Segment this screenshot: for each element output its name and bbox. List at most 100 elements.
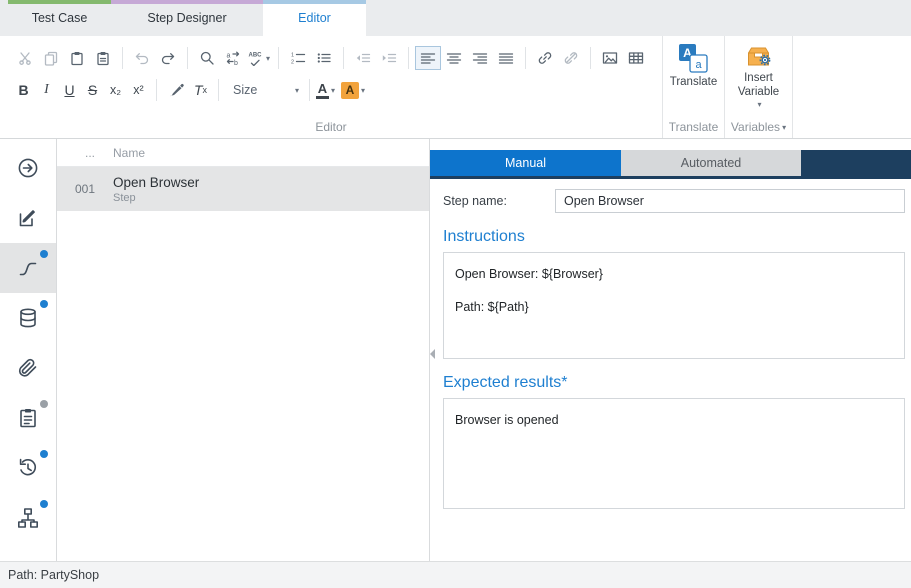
step-meta: Open Browser Step: [105, 175, 199, 204]
cut-button[interactable]: [12, 46, 38, 70]
sidebar-item-steps[interactable]: [0, 243, 56, 293]
expected-results-line: Browser is opened: [455, 413, 893, 427]
decrease-indent-button[interactable]: [350, 46, 376, 70]
tab-accent-purple: [111, 0, 263, 4]
status-path-text: Path: PartyShop: [8, 568, 99, 582]
tab-accent-green: [8, 0, 111, 4]
sidebar-item-data[interactable]: [0, 293, 56, 343]
ribbon-translate-group-label: Translate: [663, 116, 724, 138]
ribbon: ab ABC▾ 12 B: [0, 36, 911, 139]
search-button[interactable]: [194, 46, 220, 70]
chevron-down-icon: ▾: [295, 86, 299, 95]
detail-body: Step name: Instructions Open Browser: ${…: [430, 179, 911, 509]
find-replace-button[interactable]: ab: [220, 46, 246, 70]
tab-test-case[interactable]: Test Case: [8, 0, 111, 36]
align-right-button[interactable]: [467, 46, 493, 70]
paperclip-icon: [16, 356, 40, 380]
font-size-label: Size: [233, 83, 257, 97]
align-left-button[interactable]: [415, 46, 441, 70]
clipboard-icon: [16, 406, 40, 430]
spellcheck-button[interactable]: ABC▾: [246, 46, 272, 70]
sidebar-item-go[interactable]: [0, 143, 56, 193]
insert-table-button[interactable]: [623, 46, 649, 70]
subscript-button[interactable]: x₂: [104, 78, 127, 102]
expected-results-editor[interactable]: Browser is opened: [443, 398, 905, 509]
divider: [187, 47, 188, 69]
unlink-icon: [563, 50, 579, 66]
divider: [408, 47, 409, 69]
translate-button[interactable]: Aa Translate: [670, 36, 718, 90]
highlight-color-button[interactable]: A▾: [341, 82, 365, 99]
strikethrough-button[interactable]: S: [81, 78, 104, 102]
instructions-heading: Instructions: [443, 228, 905, 246]
badge-dot-blue: [40, 250, 48, 258]
svg-text:ABC: ABC: [248, 53, 262, 59]
superscript-button[interactable]: x²: [127, 78, 150, 102]
translate-button-label: Translate: [670, 76, 718, 90]
ribbon-group-editor: ab ABC▾ 12 B: [0, 36, 662, 138]
step-name-input[interactable]: [555, 189, 905, 213]
insert-variable-button[interactable]: Insert Variable ▾: [733, 36, 785, 109]
app-window: Test Case Step Designer Editor ab: [0, 0, 911, 588]
column-header-name: Name: [105, 146, 145, 160]
tab-editor-label: Editor: [298, 11, 331, 25]
bold-button[interactable]: B: [12, 78, 35, 102]
step-number: 001: [57, 182, 105, 196]
brush-icon: [168, 82, 184, 98]
numbered-list-icon: 12: [290, 50, 306, 66]
numbered-list-button[interactable]: 12: [285, 46, 311, 70]
badge-dot-blue: [40, 500, 48, 508]
paste-button[interactable]: [64, 46, 90, 70]
decrease-indent-icon: [355, 50, 371, 66]
divider: [343, 47, 344, 69]
clear-formatting-button[interactable]: Tx: [189, 78, 212, 102]
bulleted-list-button[interactable]: [311, 46, 337, 70]
steps-list-panel: ... Name 001 Open Browser Step: [57, 139, 430, 561]
insert-variable-button-label: Insert Variable: [733, 72, 785, 100]
insert-link-button[interactable]: [532, 46, 558, 70]
instructions-line: Open Browser: ${Browser}: [455, 267, 893, 281]
insert-image-button[interactable]: [597, 46, 623, 70]
format-painter-button[interactable]: [163, 78, 189, 102]
paste-text-button[interactable]: [90, 46, 116, 70]
font-size-dropdown[interactable]: Size ▾: [225, 83, 303, 97]
history-icon: [16, 456, 40, 480]
tab-manual[interactable]: Manual: [430, 150, 621, 176]
tab-step-designer[interactable]: Step Designer: [111, 0, 263, 36]
step-row[interactable]: 001 Open Browser Step: [57, 167, 429, 211]
instructions-line: Path: ${Path}: [455, 300, 893, 314]
underline-button[interactable]: U: [58, 78, 81, 102]
sidebar-item-hierarchy[interactable]: [0, 493, 56, 543]
svg-text:1: 1: [291, 53, 294, 59]
step-name-row: Step name:: [443, 189, 905, 213]
left-icon-bar: [0, 139, 57, 561]
ribbon-spacer: [792, 36, 911, 138]
sidebar-item-edit[interactable]: [0, 193, 56, 243]
divider: [122, 47, 123, 69]
font-color-button[interactable]: A▾: [316, 82, 335, 99]
divider: [218, 79, 219, 101]
divider: [525, 47, 526, 69]
sidebar-item-history[interactable]: [0, 443, 56, 493]
copy-button[interactable]: [38, 46, 64, 70]
align-center-button[interactable]: [441, 46, 467, 70]
top-tab-bar: Test Case Step Designer Editor: [0, 0, 911, 36]
italic-button[interactable]: I: [35, 78, 58, 102]
divider: [309, 79, 310, 101]
sidebar-item-checklist[interactable]: [0, 393, 56, 443]
tab-automated[interactable]: Automated: [621, 150, 801, 176]
svg-text:2: 2: [291, 60, 294, 66]
justify-button[interactable]: [493, 46, 519, 70]
redo-button[interactable]: [155, 46, 181, 70]
edit-icon: [16, 206, 40, 230]
ribbon-row-2: B I U S x₂ x² Tx Size ▾ A▾ A▾: [0, 74, 662, 106]
remove-link-button[interactable]: [558, 46, 584, 70]
increase-indent-button[interactable]: [376, 46, 402, 70]
hierarchy-icon: [16, 506, 40, 530]
undo-button[interactable]: [129, 46, 155, 70]
step-detail-panel: Manual Automated Step name: Instructions…: [430, 139, 911, 561]
tab-editor[interactable]: Editor: [263, 0, 366, 36]
sidebar-item-attachments[interactable]: [0, 343, 56, 393]
collapse-panel-arrow-icon[interactable]: [430, 349, 435, 359]
instructions-editor[interactable]: Open Browser: ${Browser} Path: ${Path}: [443, 252, 905, 359]
